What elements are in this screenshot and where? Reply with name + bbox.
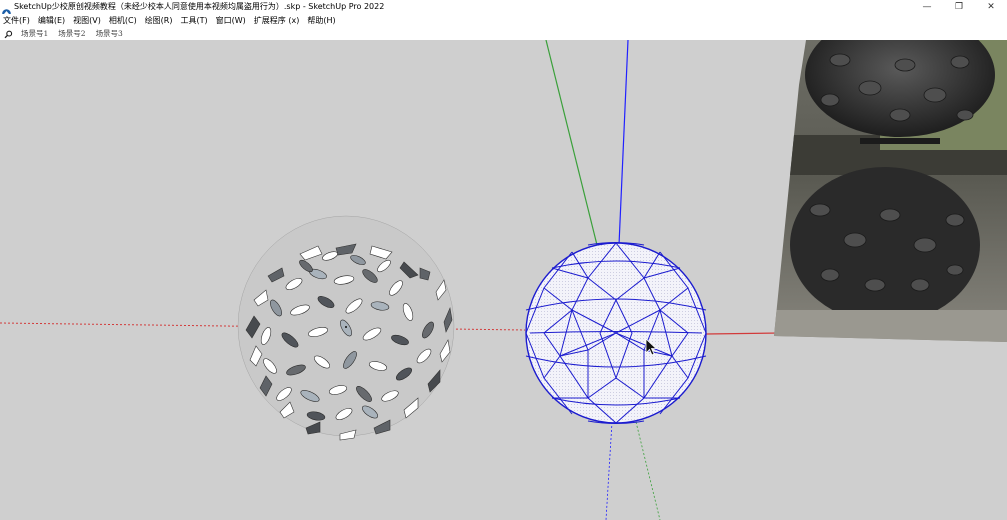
menu-window[interactable]: 窗口(W)	[212, 14, 250, 28]
menu-draw[interactable]: 绘图(R)	[141, 14, 177, 28]
green-axis	[545, 40, 598, 246]
menu-view[interactable]: 视图(V)	[69, 14, 105, 28]
window-title: SketchUp少校原创视频教程（未经少校本人同意使用本视频均属盗用行为）.sk…	[14, 2, 385, 11]
scene-tab-2[interactable]: 场景号2	[53, 28, 90, 40]
leaf-panel-sphere[interactable]	[237, 215, 455, 441]
viewport-canvas[interactable]	[0, 40, 1007, 520]
green-axis-dashed	[635, 421, 661, 520]
search-icon[interactable]	[0, 28, 16, 40]
menu-extensions[interactable]: 扩展程序 (x)	[250, 14, 304, 28]
title-bar: SketchUp少校原创视频教程（未经少校本人同意使用本视频均属盗用行为）.sk…	[0, 0, 1007, 18]
menu-camera[interactable]: 相机(C)	[105, 14, 141, 28]
blue-axis-dashed	[605, 421, 613, 520]
minimize-button[interactable]: —	[911, 0, 943, 14]
menu-help[interactable]: 帮助(H)	[303, 14, 339, 28]
reference-photo[interactable]	[770, 40, 1007, 350]
menu-tools[interactable]: 工具(T)	[177, 14, 212, 28]
menu-file[interactable]: 文件(F)	[0, 14, 34, 28]
maximize-button[interactable]: ❐	[943, 0, 975, 14]
scene-tab-3[interactable]: 场景号3	[91, 28, 128, 40]
close-button[interactable]: ✕	[975, 0, 1007, 14]
window-controls: — ❐ ✕	[911, 0, 1007, 14]
menu-edit[interactable]: 编辑(E)	[34, 14, 69, 28]
blue-axis	[618, 40, 629, 246]
sketchup-logo-icon	[2, 3, 11, 18]
scene-tab-1[interactable]: 场景号1	[16, 28, 53, 40]
geodesic-sphere[interactable]	[525, 242, 707, 424]
menu-bar: 文件(F) 编辑(E) 视图(V) 相机(C) 绘图(R) 工具(T) 窗口(W…	[0, 14, 1007, 28]
modeling-viewport[interactable]	[0, 40, 1007, 520]
